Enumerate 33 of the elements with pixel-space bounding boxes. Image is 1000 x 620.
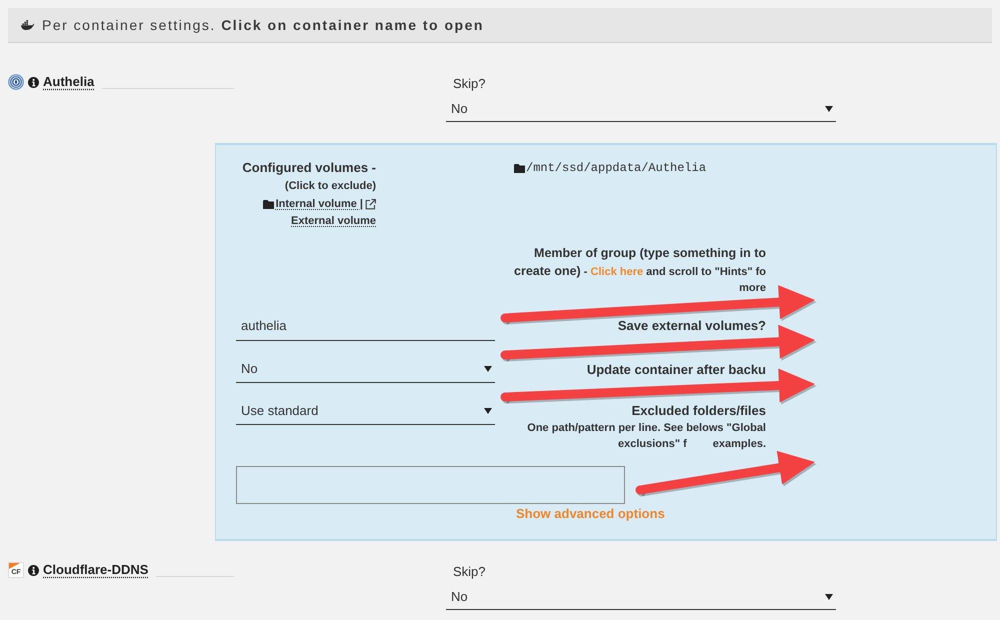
field-label: Update container after backu <box>586 362 766 376</box>
caret-icon <box>825 594 833 600</box>
skip-select[interactable]: No <box>446 96 836 122</box>
dropdown-select[interactable]: No <box>236 355 495 383</box>
legend-text: Internal volume | <box>276 197 363 211</box>
field-label: Configured volumes - <box>242 159 376 177</box>
corner-shape-icon <box>9 563 20 569</box>
field-label: Skip? <box>453 76 486 92</box>
group-input[interactable]: authelia <box>236 310 495 341</box>
header-text: Per container settings. Click on container name to open <box>42 16 484 35</box>
whale-icon <box>20 20 34 30</box>
container-name-link[interactable]: Cloudflare-DDNS <box>43 560 148 580</box>
field-label: Skip? <box>453 564 486 580</box>
exclusions-textarea[interactable] <box>236 466 625 504</box>
info-icon <box>28 564 39 576</box>
dropdown-select[interactable]: Use standard <box>236 397 495 425</box>
caret-icon <box>484 408 492 414</box>
legend-text: External volume <box>291 214 376 229</box>
external-link-icon <box>365 198 376 210</box>
caret-icon <box>825 106 833 112</box>
volume-path-link[interactable]: /mnt/ssd/appdata/Authelia <box>514 159 706 177</box>
skip-select[interactable]: No <box>446 584 836 610</box>
folder-icon <box>262 200 274 208</box>
info-icon <box>28 76 39 88</box>
hint-text: more <box>739 281 766 296</box>
field-label: Save external volumes? <box>618 318 766 333</box>
container-name-link[interactable]: Authelia <box>43 72 94 92</box>
hint-text: One path/pattern per line. See belows "Global exclusions" f examples. <box>526 421 766 452</box>
field-label: Excluded folders/files <box>632 402 766 420</box>
hint-text: (Click to exclude) <box>284 179 376 194</box>
concentric-rings-icon <box>8 74 24 90</box>
folder-icon <box>514 164 525 172</box>
caret-icon <box>484 366 492 372</box>
